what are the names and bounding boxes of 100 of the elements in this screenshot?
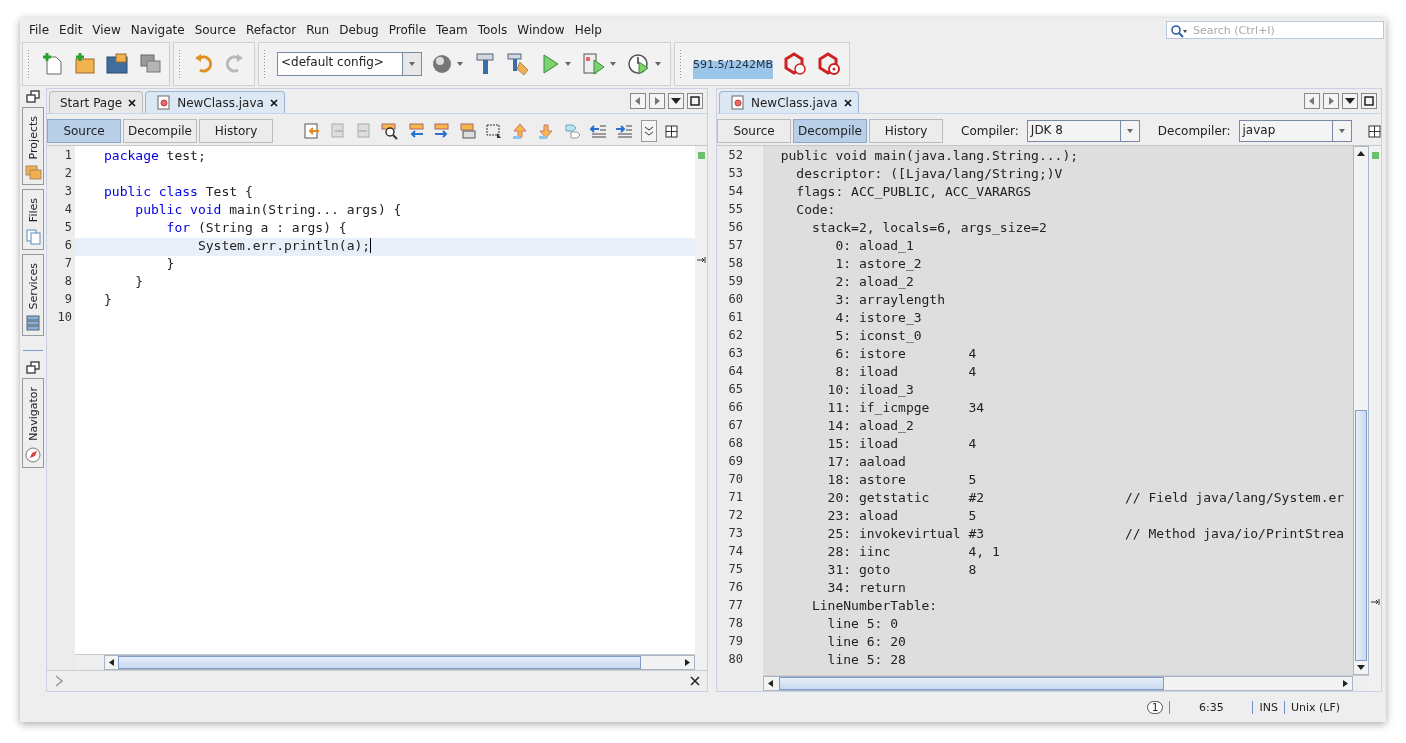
scroll-tabs-right-icon[interactable] (1323, 93, 1339, 109)
code-line: LineNumberTable: (810, 598, 939, 615)
line-number: 62 (727, 328, 744, 344)
decompiler-dropdown[interactable]: javap (1238, 120, 1352, 142)
code-line: descriptor: ([Ljava/lang/String;)V (795, 166, 1064, 183)
folder-icon[interactable] (105, 52, 129, 76)
editor-tab[interactable]: Start Page (49, 91, 144, 113)
line-number: 54 (727, 184, 744, 200)
windows-icon[interactable] (139, 52, 161, 76)
scroll-tabs-left-icon[interactable] (1304, 93, 1320, 109)
view-tab[interactable]: Decompile (793, 119, 867, 143)
menu-item[interactable]: Refactor (240, 23, 302, 37)
server-icon[interactable] (25, 314, 41, 331)
hammer-broom-icon[interactable] (506, 52, 530, 76)
horizontal-scrollbar[interactable] (104, 655, 695, 670)
gc-target-icon[interactable] (817, 52, 841, 76)
dropdown-arrow-icon[interactable] (456, 60, 464, 68)
shift-right-icon[interactable] (615, 122, 633, 140)
dropdown-arrow-icon[interactable] (609, 60, 617, 68)
dropdown-arrow-icon[interactable] (1337, 127, 1346, 135)
toggle-highlight-icon[interactable] (459, 122, 477, 140)
dropdown-arrow-icon[interactable] (408, 60, 416, 68)
line-number: 77 (727, 598, 744, 614)
dropdown-arrow-icon[interactable] (1125, 127, 1134, 135)
shift-left-icon[interactable] (589, 122, 607, 140)
close-icon[interactable] (689, 675, 701, 687)
code-line: 15: iload 4 (826, 436, 978, 453)
side-tab[interactable]: Files (22, 189, 44, 250)
jump-back-icon[interactable] (303, 122, 321, 140)
view-tab[interactable]: Decompile (123, 119, 197, 143)
menu-item[interactable]: Run (301, 23, 335, 37)
search-icon[interactable] (1170, 24, 1188, 38)
debug-icon[interactable] (582, 52, 605, 76)
dropdown-arrow-icon[interactable] (564, 60, 572, 68)
menu-item[interactable]: Team (431, 23, 473, 37)
compass-icon[interactable] (25, 446, 41, 463)
menu-item[interactable]: Help (569, 23, 607, 37)
run-icon[interactable] (540, 53, 560, 75)
scroll-tabs-left-icon[interactable] (630, 93, 646, 109)
code-line: line 5: 28 (826, 652, 907, 669)
search-icon[interactable] (381, 122, 399, 140)
close-icon[interactable] (128, 98, 137, 107)
new-project-icon[interactable] (73, 52, 95, 76)
gauge-icon[interactable] (627, 52, 650, 76)
notification-badge[interactable]: 1 (1147, 700, 1164, 714)
gc-clock-icon[interactable] (783, 52, 807, 76)
close-icon[interactable] (269, 98, 278, 107)
menu-item[interactable]: Profile (383, 23, 431, 37)
java-file-icon[interactable] (730, 95, 745, 110)
menu-item[interactable]: View (87, 23, 126, 37)
view-tab[interactable]: Source (47, 119, 121, 143)
status-marker (1371, 152, 1379, 159)
restore-window-icon[interactable] (26, 360, 40, 374)
close-icon[interactable] (843, 98, 852, 107)
view-tab[interactable]: Source (717, 119, 791, 143)
menu-item[interactable]: Navigate (125, 23, 190, 37)
menu-item[interactable]: Source (189, 23, 241, 37)
view-tab[interactable]: History (869, 119, 943, 143)
editor-tab[interactable]: NewClass.java (145, 91, 285, 113)
editor-tab[interactable]: NewClass.java (719, 91, 859, 113)
config-dropdown[interactable]: <default config> (277, 52, 422, 76)
line-number: 80 (727, 652, 744, 668)
menu-item[interactable]: Debug (334, 23, 384, 37)
find-next-icon[interactable] (433, 122, 451, 140)
maximize-icon[interactable] (1361, 93, 1377, 109)
horizontal-scrollbar[interactable] (763, 676, 1353, 691)
hammer-icon[interactable] (474, 52, 496, 76)
code-line: } (165, 256, 176, 273)
line-number: 74 (727, 544, 744, 560)
globe-icon[interactable] (432, 54, 452, 74)
rectangular-selection-icon[interactable] (485, 122, 503, 140)
menu-item[interactable]: Edit (54, 23, 88, 37)
split-icon[interactable] (665, 124, 678, 138)
dropdown-arrow-icon[interactable] (654, 60, 662, 68)
toggle-bookmark-icon[interactable] (563, 122, 581, 140)
side-tab[interactable]: Navigator (22, 377, 44, 468)
line-number: 59 (727, 274, 744, 290)
menu-item[interactable]: Window (512, 23, 570, 37)
dropdown-icon[interactable] (668, 93, 684, 109)
side-tab[interactable]: Projects (22, 107, 44, 186)
maximize-icon[interactable] (687, 93, 703, 109)
side-tab[interactable]: Services (22, 253, 44, 336)
find-previous-icon[interactable] (407, 122, 425, 140)
code-line: 17: aaload (826, 454, 907, 471)
dropdown-icon[interactable] (1342, 93, 1358, 109)
code-line: } (134, 274, 145, 291)
compiler-dropdown[interactable]: JDK 8 (1026, 120, 1140, 142)
line-number: 55 (727, 202, 744, 218)
scroll-tabs-right-icon[interactable] (649, 93, 665, 109)
search-field[interactable]: Search (Ctrl+I) (1166, 21, 1384, 39)
line-number: 66 (727, 400, 744, 416)
new-file-icon[interactable] (41, 52, 63, 76)
expand-toolbar-icon[interactable] (641, 120, 657, 142)
java-file-icon[interactable] (156, 95, 172, 110)
restore-window-icon[interactable] (26, 90, 40, 103)
split-icon[interactable] (1368, 124, 1381, 138)
menu-item[interactable]: Tools (472, 23, 513, 37)
view-tab[interactable]: History (199, 119, 273, 143)
menu-item[interactable]: File (24, 23, 55, 37)
vertical-scrollbar[interactable] (1353, 146, 1369, 675)
